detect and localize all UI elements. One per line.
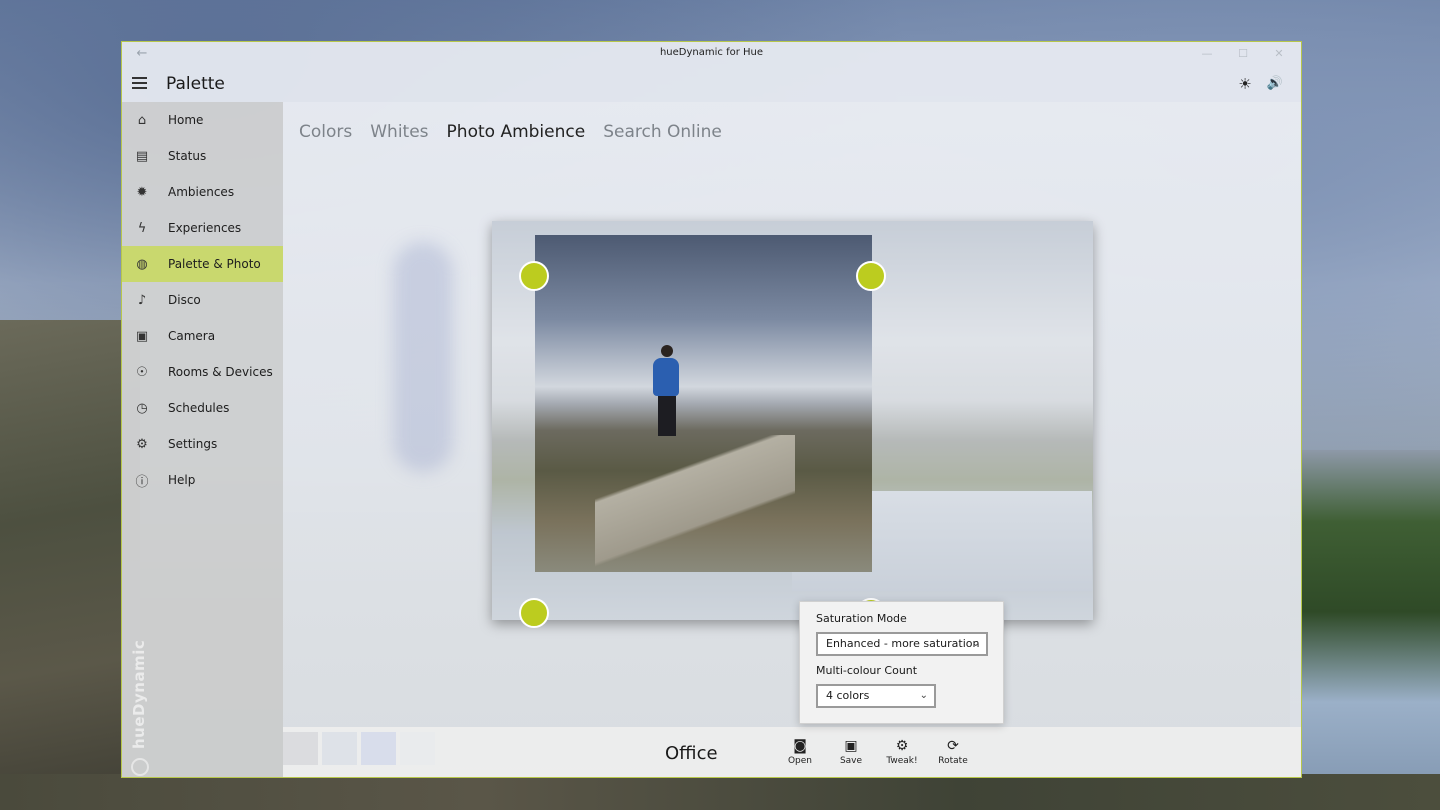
info-icon: ⓘ [135,474,149,490]
saturation-mode-label: Saturation Mode [816,612,907,625]
disco-icon: ♪ [137,292,147,308]
tweak-label: Tweak! [886,756,918,766]
window-title: hueDynamic for Hue [659,47,764,58]
tab-photo-ambience[interactable]: Photo Ambience [447,122,586,142]
page-title: Palette [166,74,225,94]
rotate-label: Rotate [938,756,968,766]
minimize-button[interactable]: — [1195,44,1219,64]
crop-handle-top-left[interactable] [519,261,549,291]
photo-preview [492,221,1093,620]
scene-name: Office [665,743,718,764]
tab-colors[interactable]: Colors [299,122,352,142]
sidebar-item-label: Camera [168,329,216,343]
maximize-button[interactable]: ☐ [1231,44,1255,64]
sidebar-item-label: Palette & Photo [168,257,261,271]
sidebar-item-home[interactable]: ⌂ Home [122,102,283,138]
sidebar-item-label: Home [168,113,204,127]
save-icon: ▣ [844,738,858,754]
tab-whites[interactable]: Whites [370,122,428,142]
experiences-icon: ϟ [137,220,147,236]
camera-open-icon: ◙ [793,738,807,754]
photo-path [595,435,795,572]
saturation-mode-select[interactable]: Enhanced - more saturation ⌄ [816,632,988,656]
sidebar-item-ambiences[interactable]: ✹ Ambiences [122,174,283,210]
save-label: Save [839,756,863,766]
sidebar-item-label: Ambiences [168,185,235,199]
tweak-flyout: Saturation Mode Enhanced - more saturati… [799,601,1004,724]
rotate-icon: ⟳ [947,738,959,754]
save-button[interactable]: ▣ Save [831,737,871,766]
sidebar-item-schedules[interactable]: ◷ Schedules [122,390,283,426]
tweak-gear-icon: ⚙ [895,738,909,754]
tab-bar: Colors Whites Photo Ambience Search Onli… [299,122,722,142]
saturation-mode-value: Enhanced - more saturation [826,637,980,650]
title-bar: ← hueDynamic for Hue — ☐ ✕ [122,42,1301,66]
sidebar-item-label: Settings [168,437,218,451]
multi-colour-count-value: 4 colors [826,689,870,702]
home-icon: ⌂ [137,112,147,128]
sidebar-item-disco[interactable]: ♪ Disco [122,282,283,318]
open-button[interactable]: ◙ Open [780,737,820,766]
close-button[interactable]: ✕ [1267,44,1291,64]
open-label: Open [787,756,813,766]
sidebar-item-label: Status [168,149,207,163]
sidebar-item-label: Help [168,473,196,487]
sidebar-item-label: Disco [168,293,201,307]
brightness-icon[interactable]: ☀ [1235,74,1255,94]
sidebar-item-help[interactable]: ⓘ Help [122,462,283,498]
main-content: Colors Whites Photo Ambience Search Onli… [283,102,1301,777]
crop-handle-bottom-left[interactable] [519,598,549,628]
sidebar-nav: ⌂ Home ▤ Status ✹ Ambiences ϟ Experiences ◍ Palet… [122,102,283,777]
sidebar-item-label: Schedules [168,401,230,415]
brand-wordmark: hueDynamic [130,639,148,749]
hamburger-menu-icon[interactable] [132,74,152,94]
bulb-icon: ☉ [136,364,148,380]
sidebar-item-label: Experiences [168,221,242,235]
tweak-button[interactable]: ⚙ Tweak! [882,737,922,766]
chevron-down-icon: ⌄ [919,690,928,701]
app-window: ← hueDynamic for Hue — ☐ ✕ Palette ☀ 🔊 ⌂… [121,41,1302,778]
app-header: Palette ☀ 🔊 [122,66,1301,102]
status-icon: ▤ [135,148,149,164]
sidebar-item-camera[interactable]: ▣ Camera [122,318,283,354]
tab-search-online[interactable]: Search Online [603,122,722,142]
desktop-background-lake [1290,450,1440,810]
sidebar-item-settings[interactable]: ⚙ Settings [122,426,283,462]
chevron-down-icon: ⌄ [971,638,980,649]
crop-selection[interactable] [535,235,872,572]
sidebar-item-palette-photo[interactable]: ◍ Palette & Photo [122,246,283,282]
photo-person [653,345,681,440]
sidebar-item-label: Rooms & Devices [168,365,273,379]
camera-icon: ▣ [135,328,149,344]
desktop-background-hills [0,320,140,810]
gear-icon: ⚙ [136,436,148,452]
blurred-background-figure [393,242,453,472]
multi-colour-count-label: Multi-colour Count [816,664,918,677]
ambiences-icon: ✹ [136,184,148,200]
multi-colour-count-select[interactable]: 4 colors ⌄ [816,684,936,708]
volume-icon[interactable]: 🔊 [1265,74,1285,94]
desktop-background-ground [0,774,1440,810]
brand-logo-icon [131,758,149,776]
sidebar-item-rooms-devices[interactable]: ☉ Rooms & Devices [122,354,283,390]
crop-handle-top-right[interactable] [856,261,886,291]
rotate-button[interactable]: ⟳ Rotate [933,737,973,766]
palette-icon: ◍ [136,256,148,272]
sidebar-item-status[interactable]: ▤ Status [122,138,283,174]
sidebar-item-experiences[interactable]: ϟ Experiences [122,210,283,246]
clock-icon: ◷ [136,400,148,416]
command-bar: Office ◙ Open ▣ Save ⚙ Tweak! ⟳ Rotate [283,727,1301,777]
